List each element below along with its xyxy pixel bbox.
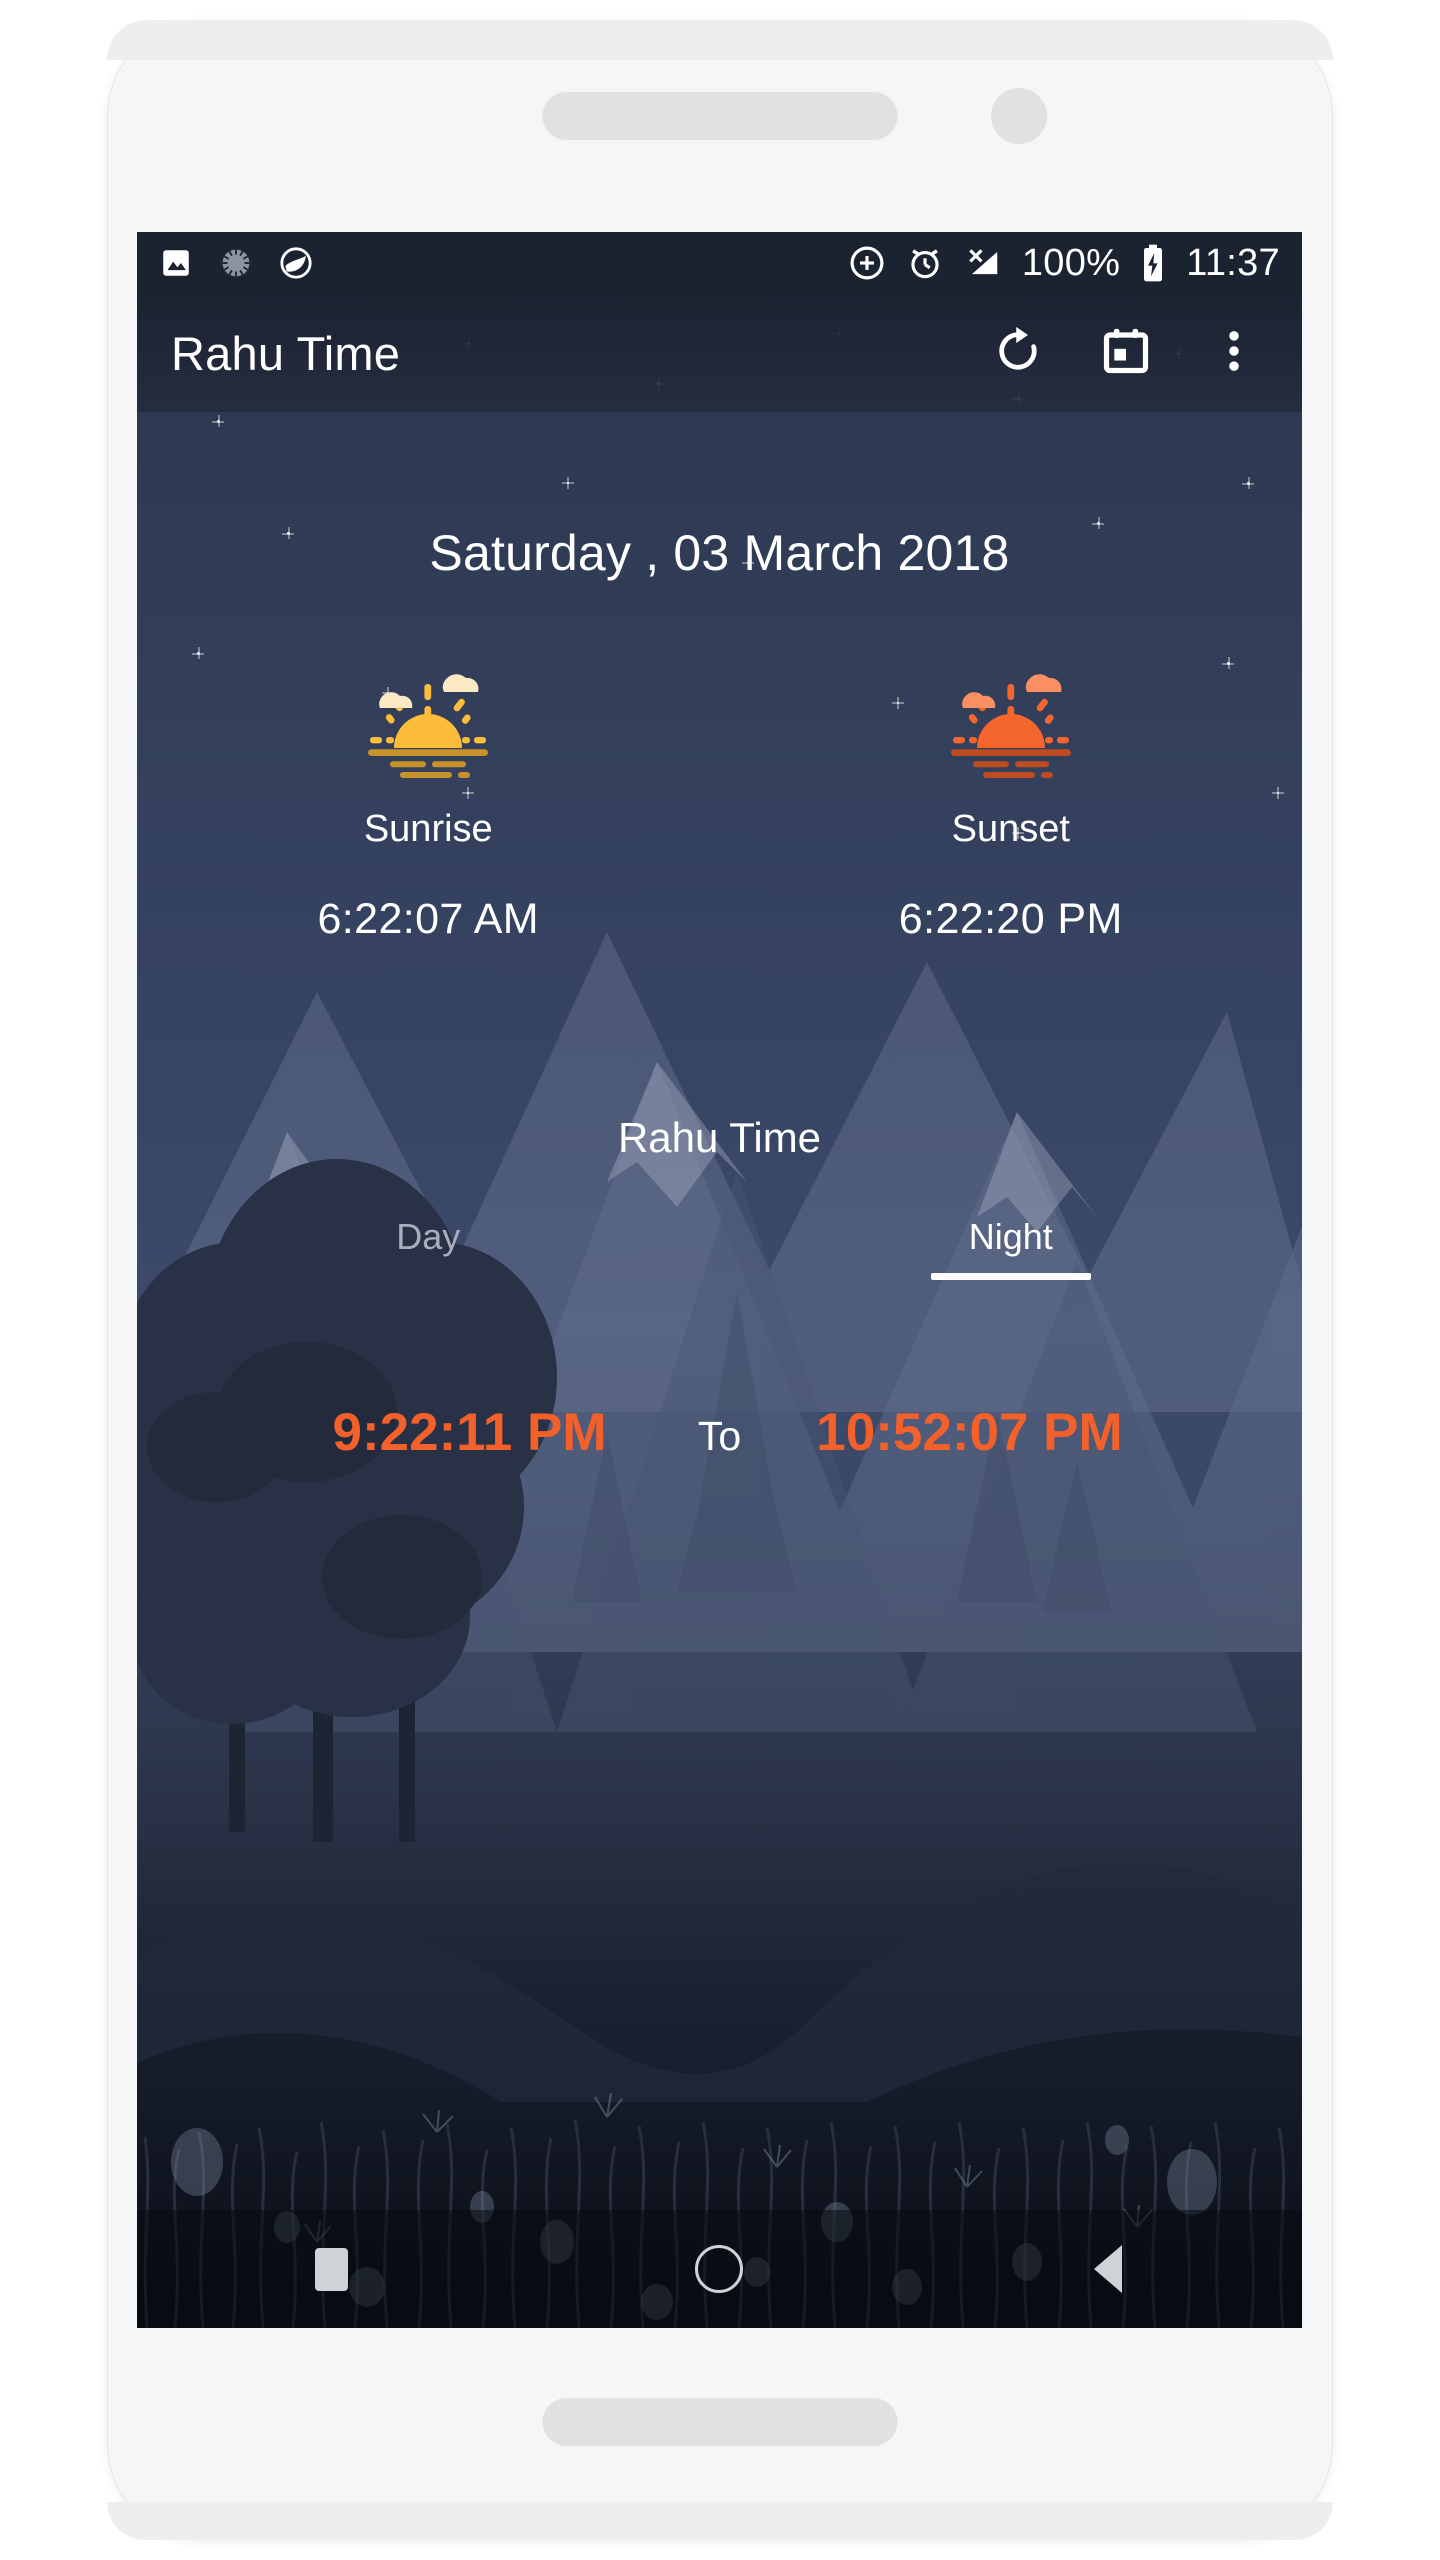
frame-top-edge bbox=[107, 20, 1333, 60]
tab-night-label: Night bbox=[968, 1216, 1053, 1257]
battery-charging-icon bbox=[1140, 243, 1166, 283]
sunrise-time: 6:22:07 AM bbox=[317, 895, 540, 943]
speaker-grille bbox=[542, 92, 898, 140]
overflow-menu-icon[interactable] bbox=[1208, 325, 1260, 382]
leaf-circle-icon bbox=[279, 246, 313, 280]
triangle-left-icon bbox=[1093, 2245, 1122, 2293]
app-title: Rahu Time bbox=[171, 326, 401, 380]
refresh-icon[interactable] bbox=[992, 325, 1044, 382]
status-bar-clock: 11:37 bbox=[1186, 241, 1280, 284]
back-button[interactable] bbox=[914, 2245, 1302, 2293]
range-separator-label: To bbox=[697, 1413, 742, 1459]
photo-icon bbox=[159, 246, 193, 280]
frame-bottom-edge bbox=[107, 2502, 1333, 2540]
no-signal-icon bbox=[964, 244, 1002, 282]
tab-active-indicator bbox=[930, 1273, 1091, 1280]
sunrise-block: Sunrise 6:22:07 AM bbox=[137, 660, 720, 944]
android-navigation-bar bbox=[137, 2210, 1302, 2328]
battery-percent-label: 100% bbox=[1021, 241, 1121, 284]
sunrise-icon bbox=[137, 660, 720, 790]
circle-icon bbox=[695, 2245, 744, 2293]
rahu-time-range: 9:22:11 PM To 10:52:07 PM bbox=[137, 1402, 1302, 1463]
sunset-block: Sunset 6:22:20 PM bbox=[720, 660, 1303, 944]
add-circle-icon bbox=[848, 244, 886, 282]
calendar-icon[interactable] bbox=[1100, 325, 1152, 382]
status-bar-left-icons bbox=[159, 246, 313, 280]
app-bar: Rahu Time bbox=[137, 294, 1302, 412]
recents-button[interactable] bbox=[137, 2247, 525, 2291]
phone-screen: 100% 11:37 Rahu Time Saturday , 03 March… bbox=[137, 232, 1302, 2328]
sunset-icon bbox=[720, 660, 1303, 790]
main-content: Saturday , 03 March 2018 Sunrise 6:22:07… bbox=[137, 412, 1302, 2328]
section-title: Rahu Time bbox=[617, 1114, 822, 1161]
range-end-time: 10:52:07 PM bbox=[816, 1403, 1123, 1462]
day-night-tabs: Day Night bbox=[137, 1216, 1302, 1280]
alarm-icon bbox=[906, 244, 944, 282]
status-bar: 100% 11:37 bbox=[137, 232, 1302, 294]
app-bar-actions bbox=[992, 325, 1268, 382]
spinner-icon bbox=[219, 246, 253, 280]
sunset-label: Sunset bbox=[951, 808, 1070, 850]
range-start-time: 9:22:11 PM bbox=[332, 1403, 607, 1462]
tab-day[interactable]: Day bbox=[137, 1216, 720, 1280]
sunset-time: 6:22:20 PM bbox=[898, 895, 1123, 943]
tab-night[interactable]: Night bbox=[720, 1216, 1303, 1280]
front-camera bbox=[991, 88, 1047, 144]
home-button[interactable] bbox=[525, 2245, 913, 2293]
sunrise-sunset-row: Sunrise 6:22:07 AM Sunset 6:22:20 PM bbox=[137, 660, 1302, 944]
date-heading: Saturday , 03 March 2018 bbox=[429, 525, 1010, 581]
bottom-speaker-grille bbox=[542, 2398, 898, 2446]
status-bar-right-icons: 100% 11:37 bbox=[848, 242, 1280, 285]
sunrise-label: Sunrise bbox=[363, 808, 493, 850]
tab-day-label: Day bbox=[396, 1216, 461, 1257]
square-icon bbox=[314, 2247, 348, 2291]
